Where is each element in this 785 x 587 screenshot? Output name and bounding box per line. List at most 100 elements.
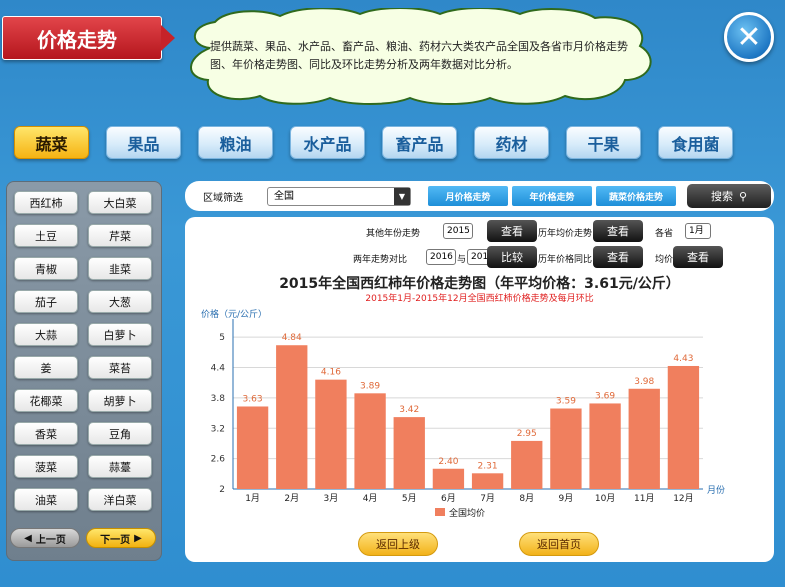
x-tick-label: 7月 bbox=[480, 493, 495, 504]
veg-item-garlic[interactable]: 大蒜 bbox=[14, 323, 78, 346]
bar-value-label: 2.40 bbox=[438, 457, 458, 467]
tab-livestock[interactable]: 畜产品 bbox=[382, 126, 457, 159]
view-history-avg-button[interactable]: 查看 bbox=[593, 220, 643, 242]
veg-item-radish[interactable]: 白萝卜 bbox=[88, 323, 152, 346]
category-tabs: 蔬菜 果品 粮油 水产品 畜产品 药材 干果 食用菌 bbox=[14, 126, 774, 160]
home-button[interactable]: 返回首页 bbox=[519, 532, 599, 556]
other-year-input[interactable]: 2015 bbox=[443, 223, 473, 239]
veg-item-spinach[interactable]: 菠菜 bbox=[14, 455, 78, 478]
search-icon: ⚲ bbox=[738, 189, 748, 203]
x-tick-label: 6月 bbox=[441, 493, 456, 504]
tab-aquatic[interactable]: 水产品 bbox=[290, 126, 365, 159]
bar bbox=[393, 417, 425, 489]
tab-vegetables[interactable]: 蔬菜 bbox=[14, 126, 89, 159]
x-tick-label: 3月 bbox=[324, 493, 339, 504]
veg-item-chinese-cabbage[interactable]: 大白菜 bbox=[88, 191, 152, 214]
veg-item-beans[interactable]: 豆角 bbox=[88, 422, 152, 445]
tab-dried-fruits[interactable]: 干果 bbox=[566, 126, 641, 159]
y-tick-label: 2 bbox=[219, 485, 225, 495]
vegetable-list-panel: 西红柿 大白菜 土豆 芹菜 青椒 韭菜 茄子 大葱 大蒜 白萝卜 姜 菜苔 花椰… bbox=[6, 181, 162, 561]
veg-item-rape[interactable]: 油菜 bbox=[14, 488, 78, 511]
compare-label: 两年走势对比 bbox=[353, 255, 408, 265]
chevron-down-icon: ▼ bbox=[394, 188, 410, 205]
veg-item-cauliflower[interactable]: 花椰菜 bbox=[14, 389, 78, 412]
tab-fruits[interactable]: 果品 bbox=[106, 126, 181, 159]
veg-item-chives[interactable]: 韭菜 bbox=[88, 257, 152, 280]
x-tick-label: 2月 bbox=[284, 493, 299, 504]
compare-button[interactable]: 比较 bbox=[487, 246, 537, 268]
bar bbox=[315, 379, 347, 489]
tab-grain-oil[interactable]: 粮油 bbox=[198, 126, 273, 159]
y-tick-label: 4.4 bbox=[211, 364, 226, 374]
view-other-year-button[interactable]: 查看 bbox=[487, 220, 537, 242]
bar bbox=[667, 365, 700, 489]
chart-subtitle: 2015年1月-2015年12月全国西红柿价格走势及每月环比 bbox=[365, 294, 594, 304]
bar-value-label: 2.31 bbox=[478, 461, 498, 471]
bar bbox=[354, 393, 386, 489]
description-text: 提供蔬菜、果品、水产品、畜产品、粮油、药材六大类农产品全国及各省市月价格走势图、… bbox=[210, 40, 628, 71]
bar-value-label: 4.16 bbox=[321, 368, 341, 378]
price-bar-chart: 价格（元/公斤） 2 2.6 3.2 3.8 4.4 5 3.63 1月 4.84 2月 4.16 3月… bbox=[201, 308, 725, 519]
next-page-button[interactable]: 下一页 ▶ bbox=[86, 528, 156, 548]
x-tick-label: 9月 bbox=[559, 493, 574, 504]
close-icon: ✕ bbox=[736, 19, 762, 55]
other-year-label: 其他年份走势 bbox=[366, 229, 421, 239]
bar bbox=[236, 406, 269, 489]
bar bbox=[511, 440, 543, 489]
veg-item-garlic-stem[interactable]: 蒜薹 bbox=[88, 455, 152, 478]
x-tick-label: 10月 bbox=[595, 493, 615, 504]
tab-vegetable-trend[interactable]: 蔬菜价格走势 bbox=[596, 186, 676, 206]
x-tick-label: 5月 bbox=[402, 493, 417, 504]
y-axis-title: 价格（元/公斤） bbox=[201, 308, 267, 320]
bar-value-label: 3.98 bbox=[634, 377, 654, 387]
veg-item-potato[interactable]: 土豆 bbox=[14, 224, 78, 247]
tab-herbs[interactable]: 药材 bbox=[474, 126, 549, 159]
prev-page-button[interactable]: ◀ 上一页 bbox=[10, 528, 80, 548]
veg-item-ginger[interactable]: 姜 bbox=[14, 356, 78, 379]
bar-value-label: 3.42 bbox=[399, 405, 419, 415]
bar bbox=[589, 403, 621, 489]
description-cloud: 提供蔬菜、果品、水产品、畜产品、粮油、药材六大类农产品全国及各省市月价格走势图、… bbox=[180, 8, 660, 106]
veg-item-caitai[interactable]: 菜苔 bbox=[88, 356, 152, 379]
back-button[interactable]: 返回上级 bbox=[358, 532, 438, 556]
bar-value-label: 3.89 bbox=[360, 381, 380, 391]
x-tick-label: 11月 bbox=[634, 493, 654, 504]
y-tick-label: 2.6 bbox=[211, 455, 226, 465]
month-select[interactable]: 1月 bbox=[685, 223, 711, 239]
veg-item-celery[interactable]: 芹菜 bbox=[88, 224, 152, 247]
page-title-text: 价格走势 bbox=[37, 27, 117, 52]
x-tick-label: 4月 bbox=[363, 493, 378, 504]
tab-monthly-trend[interactable]: 月价格走势 bbox=[428, 186, 508, 206]
filter-bar: 区域筛选 全国 ▼ 月价格走势 年价格走势 蔬菜价格走势 搜索 ⚲ bbox=[185, 181, 774, 211]
y-tick-label: 3.8 bbox=[211, 394, 226, 404]
veg-item-tomato[interactable]: 西红柿 bbox=[14, 191, 78, 214]
veg-item-coriander[interactable]: 香菜 bbox=[14, 422, 78, 445]
tab-mushrooms[interactable]: 食用菌 bbox=[658, 126, 733, 159]
triangle-left-icon: ◀ bbox=[24, 532, 32, 544]
search-button[interactable]: 搜索 ⚲ bbox=[687, 184, 771, 208]
veg-item-carrot[interactable]: 胡萝卜 bbox=[88, 389, 152, 412]
province-label: 各省 bbox=[655, 229, 674, 239]
tab-yearly-trend[interactable]: 年价格走势 bbox=[512, 186, 592, 206]
view-yoy-button[interactable]: 查看 bbox=[593, 246, 643, 268]
bar-value-label: 3.63 bbox=[243, 394, 263, 404]
region-select[interactable]: 全国 ▼ bbox=[267, 187, 411, 206]
veg-item-green-pepper[interactable]: 青椒 bbox=[14, 257, 78, 280]
close-button[interactable]: ✕ bbox=[724, 12, 774, 62]
veg-item-scallion[interactable]: 大葱 bbox=[88, 290, 152, 313]
veg-item-eggplant[interactable]: 茄子 bbox=[14, 290, 78, 313]
chart-title: 2015年全国西红柿年价格走势图（年平均价格：3.61元/公斤） bbox=[279, 276, 680, 292]
bar-value-label: 3.69 bbox=[595, 391, 615, 401]
region-filter-label: 区域筛选 bbox=[203, 193, 243, 204]
bar-value-label: 3.59 bbox=[556, 397, 576, 407]
bar bbox=[471, 473, 504, 489]
y-tick-label: 5 bbox=[219, 333, 225, 343]
bar-value-label: 4.84 bbox=[282, 333, 302, 343]
year-a-input[interactable]: 2016 bbox=[426, 249, 456, 265]
x-tick-label: 12月 bbox=[673, 493, 693, 504]
legend-label: 全国均价 bbox=[449, 507, 485, 519]
view-avg-button[interactable]: 查看 bbox=[673, 246, 723, 268]
bar bbox=[432, 468, 465, 489]
veg-item-cabbage[interactable]: 洋白菜 bbox=[88, 488, 152, 511]
chart-panel: 其他年份走势 2015 查看 历年均价走势 查看 各省 1月 两年走势对比 20… bbox=[185, 217, 774, 562]
